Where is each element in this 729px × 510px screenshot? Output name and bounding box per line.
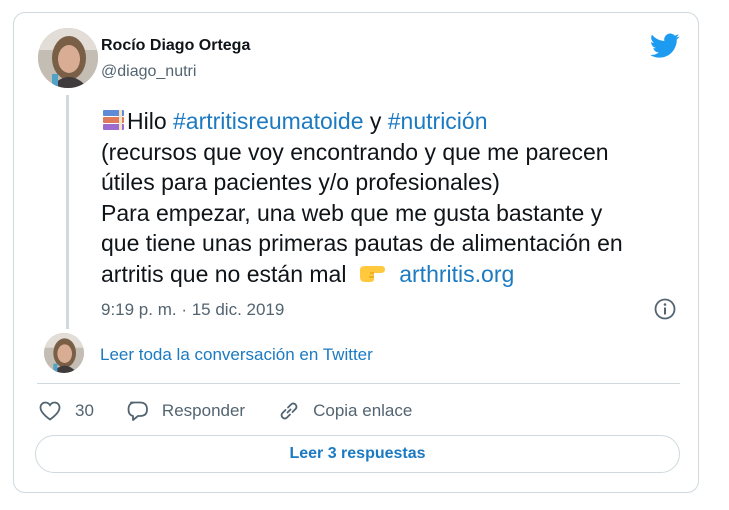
- arthritis-org-link[interactable]: arthritis.org: [399, 261, 514, 287]
- hashtag-nutricion[interactable]: #nutrición: [388, 108, 488, 134]
- info-icon[interactable]: [653, 297, 677, 321]
- author-name[interactable]: Rocío Diago Ortega: [101, 37, 250, 55]
- tweet-actions-bar: 30 Responder Copia enlace: [38, 398, 444, 424]
- read-replies-button[interactable]: Leer 3 respuestas: [35, 435, 680, 473]
- read-conversation-link[interactable]: Leer toda la conversación en Twitter: [100, 345, 373, 365]
- like-button[interactable]: 30: [38, 399, 94, 423]
- thread-connector-line: [66, 95, 69, 329]
- like-count: 30: [75, 401, 94, 420]
- copy-link-label: Copia enlace: [313, 401, 413, 420]
- tweet-timestamp[interactable]: 9:19 p. m. · 15 dic. 2019: [101, 300, 284, 320]
- tweet-line-6: artritis que no están mal arthritis.org: [101, 259, 681, 290]
- tweet-line-1: Hilo #artritisreumatoide y #nutrición: [101, 106, 681, 137]
- tweet-prefix: Hilo: [127, 108, 174, 134]
- heart-icon: [39, 401, 61, 421]
- reply-label: Responder: [161, 401, 246, 420]
- pointing-right-emoji-icon: [359, 265, 385, 282]
- books-emoji-icon: [103, 110, 124, 130]
- actions-divider: [37, 383, 680, 384]
- tweet-line-5: que tiene unas primeras pautas de alimen…: [101, 230, 623, 256]
- author-handle[interactable]: @diago_nutri: [101, 63, 196, 81]
- author-avatar[interactable]: [38, 28, 98, 88]
- twitter-logo-icon[interactable]: [650, 33, 680, 59]
- tweet-line-3: útiles para pacientes y/o profesionales): [101, 169, 500, 195]
- link-icon: [280, 402, 298, 420]
- tweet-line-4: Para empezar, una web que me gusta basta…: [101, 199, 603, 226]
- conversation-avatar[interactable]: [44, 333, 84, 373]
- copy-link-button[interactable]: Copia enlace: [277, 399, 412, 423]
- reply-icon: [127, 401, 148, 421]
- tweet-text: Hilo #artritisreumatoide y #nutrición (r…: [101, 106, 681, 289]
- reply-button[interactable]: Responder: [126, 399, 245, 423]
- embedded-tweet-card: Rocío Diago Ortega @diago_nutri Hilo #ar…: [13, 12, 699, 493]
- tweet-line-6-text: artritis que no están mal: [101, 260, 347, 287]
- hashtag-artritisreumatoide[interactable]: #artritisreumatoide: [173, 108, 363, 134]
- tweet-line-2: (recursos que voy encontrando y que me p…: [101, 138, 609, 165]
- tweet-conjunction: y: [363, 108, 388, 134]
